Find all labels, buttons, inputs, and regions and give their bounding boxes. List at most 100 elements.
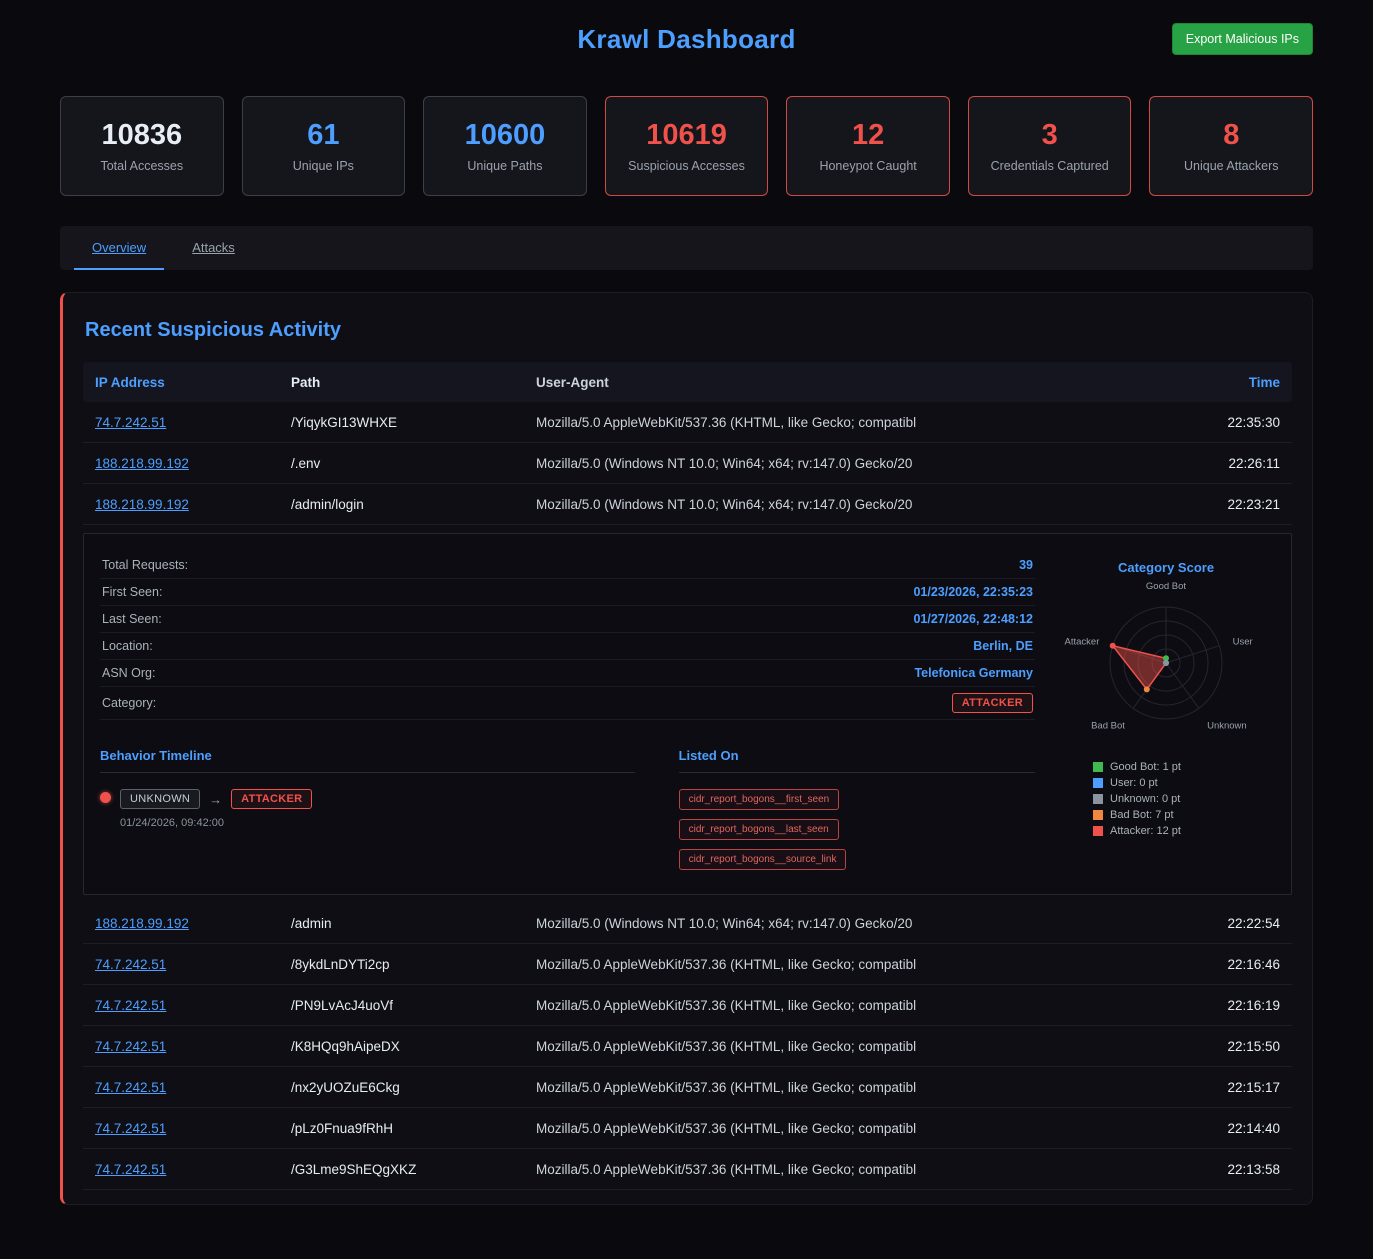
tab-attacks[interactable]: Attacks — [174, 226, 253, 270]
user-agent-cell: Mozilla/5.0 AppleWebKit/537.36 (KHTML, l… — [536, 1080, 1140, 1095]
ip-link[interactable]: 188.218.99.192 — [95, 456, 189, 471]
listed-on-badge-cidr-report-bogons-source-link[interactable]: cidr_report_bogons__source_link — [679, 849, 847, 870]
stats-row: 10836 Total Accesses 61 Unique IPs 10600Uniq… — [60, 96, 1313, 196]
stat-card-suspicious-accesses: 10619Suspicious Accesses — [605, 96, 769, 196]
legend-swatch-icon — [1093, 778, 1103, 788]
detail-field-value: Berlin, DE — [973, 639, 1033, 653]
ip-link[interactable]: 188.218.99.192 — [95, 497, 189, 512]
listed-on-badge-cidr-report-bogons-last-seen[interactable]: cidr_report_bogons__last_seen — [679, 819, 839, 840]
legend-label: Good Bot: 1 pt — [1110, 761, 1181, 773]
category-before-badge: UNKNOWN — [120, 789, 200, 809]
table-row[interactable]: 74.7.242.51/YiqykGI13WHXEMozilla/5.0 App… — [83, 402, 1292, 443]
listed-on-title: Listed On — [679, 748, 1035, 773]
path-cell: /K8HQq9hAipeDX — [291, 1039, 526, 1054]
ip-detail-info: Total Requests:39First Seen:01/23/2026, … — [100, 552, 1035, 870]
legend-label: Bad Bot: 7 pt — [1110, 809, 1174, 821]
legend-item-good-bot: Good Bot: 1 pt — [1093, 761, 1181, 773]
detail-field-label: ASN Org: — [102, 666, 156, 680]
behavior-timeline-section: Behavior Timeline UNKNOWN → ATTACKER 01/… — [100, 748, 635, 870]
timeline-transition: UNKNOWN → ATTACKER — [120, 789, 312, 809]
column-header-user-agent: User-Agent — [536, 375, 1140, 390]
stat-value: 61 — [307, 119, 339, 152]
page-title: Krawl Dashboard — [60, 0, 1313, 55]
legend-label: Unknown: 0 pt — [1110, 793, 1180, 805]
category-score-chart: Category Score Good BotUserUnknownBad Bo… — [1057, 552, 1275, 870]
time-cell: 22:22:54 — [1150, 916, 1280, 931]
table-row[interactable]: 74.7.242.51/PN9LvAcJ4uoVf Mozilla/5.0 App… — [83, 985, 1292, 1026]
legend-swatch-icon — [1093, 826, 1103, 836]
ip-link[interactable]: 74.7.242.51 — [95, 415, 166, 430]
table-rows-after-detail: 188.218.99.192/adminMozilla/5.0 (Windows… — [83, 903, 1292, 1190]
ip-link[interactable]: 74.7.242.51 — [95, 1039, 166, 1054]
stat-label: Unique Attackers — [1184, 159, 1279, 173]
stat-label: Total Accesses — [100, 159, 183, 173]
table-row[interactable]: 74.7.242.51/8ykdLnDYTi2cpMozilla/5.0 App… — [83, 944, 1292, 985]
path-cell: /G3Lme9ShEQgXKZ — [291, 1162, 526, 1177]
svg-text:Good Bot: Good Bot — [1146, 581, 1186, 592]
stat-card-unique-attackers: 8Unique Attackers — [1149, 96, 1313, 196]
detail-field-value: 01/23/2026, 22:35:23 — [913, 585, 1033, 599]
detail-field-label: Category: — [102, 696, 156, 710]
table-row[interactable]: 188.218.99.192/admin/loginMozilla/5.0 (W… — [83, 484, 1292, 525]
user-agent-cell: Mozilla/5.0 (Windows NT 10.0; Win64; x64… — [536, 456, 1140, 471]
legend-swatch-icon — [1093, 762, 1103, 772]
chart-legend: Good Bot: 1 pt User: 0 pt Unknown: 0 pt Bad… — [1093, 761, 1181, 841]
export-malicious-ips-button[interactable]: Export Malicious IPs — [1172, 23, 1313, 55]
time-cell: 22:35:30 — [1150, 415, 1280, 430]
detail-field-location: Location: Berlin, DE — [100, 633, 1035, 660]
user-agent-cell: Mozilla/5.0 (Windows NT 10.0; Win64; x64… — [536, 916, 1140, 931]
legend-item-unknown: Unknown: 0 pt — [1093, 793, 1181, 805]
column-header-path: Path — [291, 375, 526, 390]
table-rows-before-detail: 74.7.242.51/YiqykGI13WHXEMozilla/5.0 App… — [83, 402, 1292, 525]
detail-field-asn-org: ASN Org:Telefonica Germany — [100, 660, 1035, 687]
detail-field-last-seen: Last Seen:01/27/2026, 22:48:12 — [100, 606, 1035, 633]
stat-label: Unique IPs — [293, 159, 354, 173]
time-cell: 22:16:46 — [1150, 957, 1280, 972]
stat-value: 12 — [852, 119, 884, 152]
table-row[interactable]: 74.7.242.51/K8HQq9hAipeDXMozilla/5.0 App… — [83, 1026, 1292, 1067]
stat-card-credentials-captured: 3 Credentials Captured — [968, 96, 1132, 196]
detail-field-label: Location: — [102, 639, 153, 653]
category-after-badge: ATTACKER — [231, 789, 312, 809]
legend-label: Attacker: 12 pt — [1110, 825, 1181, 837]
ip-link[interactable]: 188.218.99.192 — [95, 916, 189, 931]
ip-link[interactable]: 74.7.242.51 — [95, 1162, 166, 1177]
time-cell: 22:13:58 — [1150, 1162, 1280, 1177]
time-cell: 22:26:11 — [1150, 456, 1280, 471]
legend-label: User: 0 pt — [1110, 777, 1158, 789]
chart-title: Category Score — [1118, 560, 1214, 575]
stat-value: 10619 — [646, 119, 727, 152]
stat-label: Credentials Captured — [991, 159, 1109, 173]
time-cell: 22:14:40 — [1150, 1121, 1280, 1136]
table-row[interactable]: 188.218.99.192/adminMozilla/5.0 (Windows… — [83, 903, 1292, 944]
path-cell: /admin/login — [291, 497, 526, 512]
suspicious-activity-panel: Recent Suspicious Activity IP AddressPat… — [60, 292, 1313, 1205]
stat-value: 10836 — [101, 119, 182, 152]
ip-link[interactable]: 74.7.242.51 — [95, 1121, 166, 1136]
radar-chart: Good BotUserUnknownBad BotAttacker — [1056, 577, 1276, 755]
detail-field-label: Total Requests: — [102, 558, 188, 572]
ip-link[interactable]: 74.7.242.51 — [95, 998, 166, 1013]
arrow-right-icon: → — [209, 792, 222, 807]
dashboard-page: Krawl Dashboard Export Malicious IPs 108… — [60, 0, 1313, 1205]
listed-on-badge-cidr-report-bogons-first-seen[interactable]: cidr_report_bogons__first_seen — [679, 789, 840, 810]
column-header-time: Time — [1150, 375, 1280, 390]
table-row[interactable]: 74.7.242.51/pLz0Fnua9fRhHMozilla/5.0 App… — [83, 1108, 1292, 1149]
stat-value: 3 — [1042, 119, 1058, 152]
legend-item-attacker: Attacker: 12 pt — [1093, 825, 1181, 837]
table-header-row: IP AddressPathUser-AgentTime — [83, 362, 1292, 402]
tab-overview[interactable]: Overview — [74, 226, 164, 270]
path-cell: /pLz0Fnua9fRhH — [291, 1121, 526, 1136]
user-agent-cell: Mozilla/5.0 AppleWebKit/537.36 (KHTML, l… — [536, 1162, 1140, 1177]
ip-link[interactable]: 74.7.242.51 — [95, 1080, 166, 1095]
panel-title: Recent Suspicious Activity — [85, 319, 1292, 342]
table-row[interactable]: 74.7.242.51/nx2yUOZuE6CkgMozilla/5.0 App… — [83, 1067, 1292, 1108]
path-cell: /PN9LvAcJ4uoVf — [291, 998, 526, 1013]
table-row[interactable]: 188.218.99.192/.envMozilla/5.0 (Windows … — [83, 443, 1292, 484]
table-row[interactable]: 74.7.242.51/G3Lme9ShEQgXKZ Mozilla/5.0 Ap… — [83, 1149, 1292, 1190]
user-agent-cell: Mozilla/5.0 AppleWebKit/537.36 (KHTML, l… — [536, 415, 1140, 430]
ip-link[interactable]: 74.7.242.51 — [95, 957, 166, 972]
stat-card-unique-paths: 10600Unique Paths — [423, 96, 587, 196]
user-agent-cell: Mozilla/5.0 AppleWebKit/537.36 (KHTML, l… — [536, 998, 1140, 1013]
detail-field-label: First Seen: — [102, 585, 162, 599]
